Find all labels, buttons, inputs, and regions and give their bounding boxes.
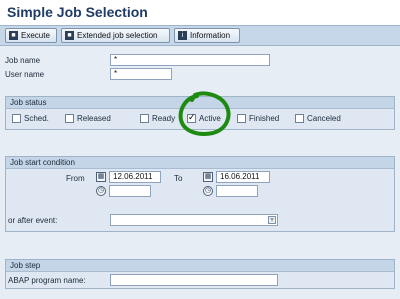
- information-label: Information: [190, 31, 231, 40]
- calendar-icon[interactable]: ▦: [96, 172, 106, 182]
- released-checkbox[interactable]: [65, 114, 74, 123]
- canceled-label: Canceled: [307, 114, 341, 123]
- execute-icon: ■: [9, 31, 18, 40]
- highlight-circle: [178, 91, 231, 136]
- title-bar: Simple Job Selection: [0, 0, 400, 26]
- from-time-field[interactable]: [109, 185, 151, 197]
- sched-checkbox[interactable]: [12, 114, 21, 123]
- job-step-header: Job step: [6, 260, 394, 272]
- user-name-label: User name: [5, 70, 45, 79]
- canceled-checkbox[interactable]: [295, 114, 304, 123]
- extended-selection-icon: ■: [65, 31, 74, 40]
- execute-button[interactable]: ■ Execute: [5, 28, 57, 43]
- from-date-field[interactable]: 12.06.2011: [109, 171, 161, 183]
- abap-program-field[interactable]: [110, 274, 278, 286]
- value-help-icon[interactable]: ▿: [268, 216, 276, 224]
- ready-checkbox[interactable]: [140, 114, 149, 123]
- extended-selection-label: Extended job selection: [77, 31, 158, 40]
- page-title: Simple Job Selection: [7, 4, 148, 20]
- information-icon: i: [178, 31, 187, 40]
- job-status-title: Job status: [10, 98, 47, 107]
- job-name-label: Job name: [5, 56, 41, 65]
- clock-icon[interactable]: ◷: [203, 186, 213, 196]
- calendar-icon[interactable]: ▦: [203, 172, 213, 182]
- finished-checkbox[interactable]: [237, 114, 246, 123]
- information-button[interactable]: i Information: [174, 28, 240, 43]
- finished-label: Finished: [249, 114, 280, 123]
- execute-label: Execute: [21, 31, 50, 40]
- sched-label: Sched.: [24, 114, 49, 123]
- job-name-field[interactable]: *: [110, 54, 270, 66]
- job-step-title: Job step: [10, 261, 41, 270]
- user-name-field[interactable]: *: [110, 68, 172, 80]
- to-label: To: [174, 174, 183, 183]
- abap-program-label: ABAP program name:: [8, 276, 86, 285]
- start-condition-title: Job start condition: [10, 158, 75, 167]
- after-event-field[interactable]: ▿: [110, 214, 278, 226]
- released-label: Released: [77, 114, 111, 123]
- clock-icon[interactable]: ◷: [96, 186, 106, 196]
- from-label: From: [66, 174, 85, 183]
- start-condition-header: Job start condition: [6, 157, 394, 169]
- application-toolbar: ■ Execute ■ Extended job selection i Inf…: [0, 26, 400, 46]
- ready-label: Ready: [152, 114, 176, 123]
- to-time-field[interactable]: [216, 185, 258, 197]
- extended-job-selection-button[interactable]: ■ Extended job selection: [61, 28, 170, 43]
- to-date-field[interactable]: 16.06.2011: [216, 171, 270, 183]
- after-event-label: or after event:: [8, 216, 58, 225]
